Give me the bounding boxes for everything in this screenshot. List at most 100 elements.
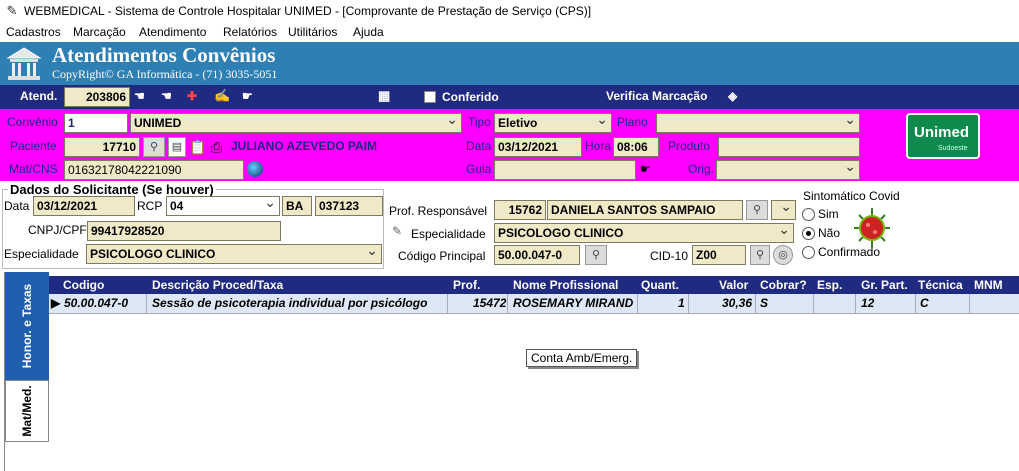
convenio-select[interactable]: UNIMED: [130, 113, 462, 133]
codigo-principal-field[interactable]: 50.00.047-0: [494, 245, 580, 265]
col-quant[interactable]: Quant.: [641, 278, 679, 292]
orig-label: Orig.: [688, 162, 715, 176]
cnpj-label: CNPJ/CPF: [28, 223, 87, 237]
search-codigo-button[interactable]: ⚲: [585, 245, 607, 265]
cell-descricao: Sessão de psicoterapia individual por ps…: [152, 296, 428, 310]
search-paciente-button[interactable]: ⚲: [143, 137, 165, 157]
prof-esp-label: Especialidade: [411, 227, 486, 241]
hora-field[interactable]: 08:06: [613, 137, 659, 157]
col-valor[interactable]: Valor: [719, 278, 748, 292]
menu-utilitarios[interactable]: Utilitários: [288, 22, 337, 42]
matcns-label: Mat/CNS: [9, 162, 58, 176]
matcns-field[interactable]: 01632178042221090: [64, 160, 244, 180]
col-gr-part[interactable]: Gr. Part.: [861, 278, 908, 292]
first-record-icon[interactable]: ☚: [134, 89, 145, 103]
menu-marcacao[interactable]: Marcação: [73, 22, 126, 42]
menu-relatorios[interactable]: Relatórios: [223, 22, 277, 42]
prof-especialidade-select[interactable]: PSICOLOGO CLINICO: [494, 223, 794, 243]
hospital-building-icon: [6, 47, 42, 80]
sol-data-label: Data: [4, 199, 30, 213]
plano-select[interactable]: [656, 113, 860, 133]
edit-record-icon[interactable]: ✍: [214, 88, 230, 104]
table-row[interactable]: ▶ 50.00.047-0 Sessão de psicoterapia ind…: [49, 294, 1019, 314]
cnpj-field[interactable]: 99417928520: [87, 221, 281, 241]
next-record-icon[interactable]: ☛: [242, 89, 253, 103]
sol-especialidade-select[interactable]: PSICOLOGO CLINICO: [86, 244, 382, 264]
data-label: Data: [466, 139, 492, 153]
cell-tecnica: C: [920, 296, 929, 310]
tab-divider: [4, 272, 5, 471]
rcp-label: RCP: [137, 199, 163, 213]
unimed-logo: Unimed Sudoeste: [906, 113, 980, 159]
verifica-marcacao-icon[interactable]: ◈: [728, 89, 737, 103]
sintomatico-confirmado-radio[interactable]: [802, 246, 815, 259]
cid-label: CID-10: [650, 249, 689, 263]
sintomatico-sim-label: Sim: [818, 207, 839, 221]
prof-resp-dropdown[interactable]: [771, 200, 796, 220]
paciente-code-field[interactable]: 17710: [64, 137, 140, 157]
tab-mat-med[interactable]: Mat/Med.: [5, 380, 49, 442]
prof-resp-label: Prof. Responsável: [389, 204, 488, 218]
vertical-tab-bar: Honor. e Taxas Mat/Med.: [5, 272, 49, 471]
col-cobrar[interactable]: Cobrar?: [760, 278, 807, 292]
virus-icon: [854, 208, 890, 248]
tab-mat-med-label: Mat/Med.: [20, 385, 34, 437]
col-descricao[interactable]: Descrição Proced/Taxa: [152, 278, 283, 292]
calculator-icon[interactable]: ▦: [378, 88, 390, 104]
menu-cadastros[interactable]: Cadastros: [6, 22, 61, 42]
verifica-marcacao-label[interactable]: Verifica Marcação: [606, 89, 707, 103]
data-field[interactable]: 03/12/2021: [494, 137, 582, 157]
convenio-code-field[interactable]: 1: [64, 113, 128, 133]
uf-field[interactable]: BA: [282, 196, 312, 216]
rcp-select[interactable]: 04: [166, 196, 280, 216]
col-codigo[interactable]: Codigo: [63, 278, 104, 292]
conferido-checkbox[interactable]: [424, 91, 436, 103]
col-esp[interactable]: Esp.: [817, 278, 842, 292]
sol-esp-label: Especialidade: [4, 247, 79, 261]
produto-field[interactable]: [718, 137, 860, 157]
sintomatico-nao-label: Não: [818, 226, 841, 240]
globe-icon[interactable]: [247, 161, 263, 177]
cid-clear-button[interactable]: ◎: [773, 245, 793, 265]
cell-cobrar: S: [760, 296, 769, 310]
tab-honor-taxas-label: Honor. e Taxas: [20, 283, 34, 369]
codigo-principal-label: Código Principal: [398, 249, 486, 263]
search-cid-button[interactable]: ⚲: [750, 245, 770, 265]
menu-atendimento[interactable]: Atendimento: [139, 22, 206, 42]
search-prof-button[interactable]: ⚲: [746, 200, 768, 220]
plano-label: Plano: [617, 115, 648, 129]
col-tecnica[interactable]: Técnica: [918, 278, 963, 292]
prof-resp-name-field[interactable]: DANIELA SANTOS SAMPAIO: [547, 200, 743, 220]
document-icon[interactable]: ▤: [168, 137, 186, 157]
prof-resp-code-field[interactable]: 15762: [494, 200, 546, 220]
menu-ajuda[interactable]: Ajuda: [353, 22, 384, 42]
rcp-number-field[interactable]: 037123: [315, 196, 383, 216]
guia-field[interactable]: [494, 160, 636, 180]
app-icon: ✎: [6, 3, 18, 18]
sintomatico-nao-radio[interactable]: [802, 227, 815, 240]
sintomatico-title: Sintomático Covid: [803, 189, 900, 203]
atend-number-field[interactable]: 203806: [64, 87, 130, 107]
header-banner: Atendimentos Convênios CopyRight© GA Inf…: [0, 42, 1019, 85]
cid-field[interactable]: Z00: [692, 245, 746, 265]
patient-section: Convênio 1 UNIMED Tipo Eletivo Plano Uni…: [0, 109, 1019, 181]
unimed-logo-text: Unimed: [914, 124, 970, 141]
sintomatico-sim-radio[interactable]: [802, 208, 815, 221]
copyright-text: CopyRight© GA Informática - (71) 3035-50…: [52, 67, 278, 81]
tab-honor-taxas[interactable]: Honor. e Taxas: [5, 272, 49, 380]
tipo-select[interactable]: Eletivo: [494, 113, 612, 133]
print-icon[interactable]: ⎙: [211, 137, 229, 157]
sol-data-field[interactable]: 03/12/2021: [33, 196, 135, 216]
atendimento-toolbar: Atend. 203806 ☚ ☚ ✚ ✍ ☛ ▦ Conferido Veri…: [0, 85, 1019, 109]
new-record-icon[interactable]: ✚: [187, 89, 197, 103]
orig-select[interactable]: [716, 160, 860, 180]
col-mnm[interactable]: MNM: [974, 278, 1003, 292]
col-prof[interactable]: Prof.: [453, 278, 480, 292]
paciente-label: Paciente: [10, 139, 57, 153]
prev-record-icon[interactable]: ☚: [161, 89, 172, 103]
guia-lookup-icon[interactable]: ☛: [640, 162, 651, 176]
conferido-label: Conferido: [442, 90, 499, 104]
cell-quant: 1: [678, 296, 685, 310]
col-nome-profissional[interactable]: Nome Profissional: [513, 278, 618, 292]
notes-icon[interactable]: 📋: [189, 137, 207, 157]
